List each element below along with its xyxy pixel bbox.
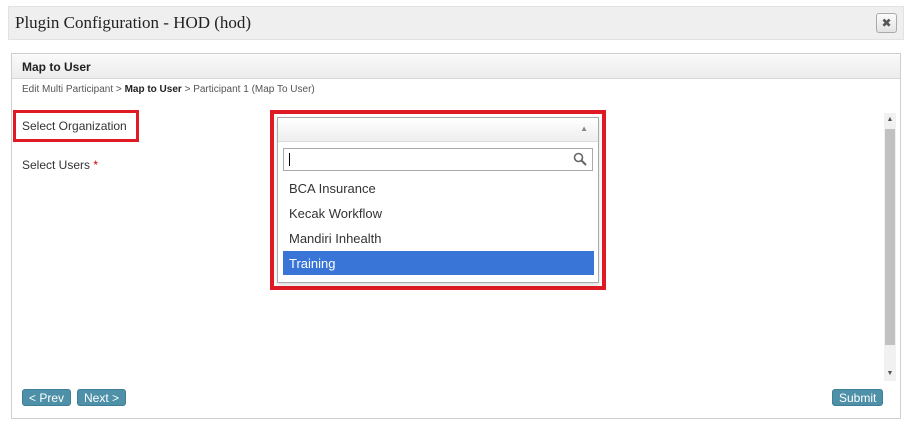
breadcrumb-separator: > — [181, 84, 194, 95]
option-training[interactable]: Training — [283, 251, 594, 275]
panel-header: Map to User — [12, 54, 900, 79]
dialog-title: Plugin Configuration - HOD (hod) — [15, 13, 252, 32]
chevron-up-icon: ▲ — [580, 124, 588, 133]
option-mandiri-inhealth[interactable]: Mandiri Inhealth — [283, 226, 594, 250]
organization-dropdown[interactable]: ▲ BCA Insurance Kecak Workflow Mandiri I… — [277, 117, 599, 283]
dialog-titlebar: Plugin Configuration - HOD (hod) ✖ — [8, 6, 904, 40]
select-users-label: Select Users * — [22, 158, 98, 172]
next-button[interactable]: Next > — [77, 389, 127, 406]
organization-select[interactable]: ▲ — [278, 118, 598, 142]
scroll-down-arrow-icon[interactable]: ▼ — [884, 367, 896, 381]
breadcrumb-step-participant: Participant 1 (Map To User) — [193, 84, 315, 95]
search-icon — [573, 152, 587, 166]
close-icon: ✖ — [881, 16, 892, 30]
breadcrumb-step-edit: Edit Multi Participant — [22, 84, 114, 95]
organization-label-highlight — [13, 110, 139, 142]
submit-button[interactable]: Submit — [832, 389, 884, 406]
option-bca-insurance[interactable]: BCA Insurance — [283, 176, 594, 200]
select-users-text: Select Users — [22, 158, 91, 172]
close-button[interactable]: ✖ — [876, 13, 897, 33]
vertical-scrollbar[interactable]: ▲ ▼ — [884, 113, 896, 381]
required-mark: * — [93, 158, 99, 172]
option-kecak-workflow[interactable]: Kecak Workflow — [283, 201, 594, 225]
breadcrumb-separator: > — [113, 84, 125, 95]
scroll-up-arrow-icon[interactable]: ▲ — [884, 113, 896, 127]
text-caret — [289, 153, 290, 166]
prev-button[interactable]: < Prev — [22, 389, 72, 406]
scroll-thumb[interactable] — [885, 129, 895, 345]
organization-search-input[interactable] — [283, 148, 593, 171]
breadcrumb-current: Map to User — [124, 84, 182, 95]
breadcrumb: Edit Multi Participant > Map to User > P… — [22, 84, 315, 95]
